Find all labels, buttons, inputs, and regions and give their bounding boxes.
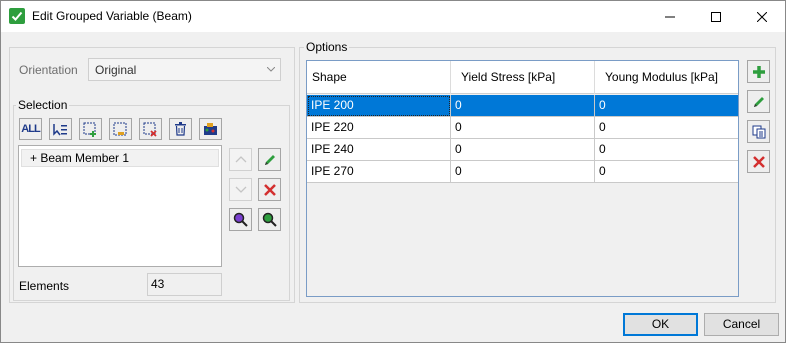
window-title: Edit Grouped Variable (Beam) [32,9,192,23]
chevron-down-icon [235,186,246,193]
yield-stress-cell[interactable]: 0 [451,161,595,183]
yield-stress-cell[interactable]: 0 [451,95,595,117]
maximize-button[interactable] [693,1,739,32]
young-modulus-cell[interactable]: 0 [595,139,738,161]
zoom-fit-button[interactable] [258,208,281,231]
shape-cell[interactable]: IPE 220 [307,117,451,139]
options-title: Options [304,40,350,54]
zoom-button[interactable] [229,208,252,231]
elements-label: Elements [19,279,70,293]
move-up-button[interactable] [229,148,252,171]
orientation-select[interactable]: Original [88,58,281,81]
shape-cell[interactable]: IPE 200 [307,95,451,117]
selection-list[interactable]: + Beam Member 1 [18,145,222,267]
close-icon [757,11,767,22]
add-option-button[interactable] [747,60,770,83]
select-pointer-button[interactable] [49,118,72,140]
options-grid[interactable]: Shape Yield Stress [kPa] Young Modulus [… [306,60,739,297]
add-selection-button[interactable] [79,118,102,140]
minimize-icon [665,16,675,17]
list-item[interactable]: + Beam Member 1 [21,149,219,167]
minimize-button[interactable] [647,1,693,32]
young-modulus-cell[interactable]: 0 [595,95,738,117]
table-row[interactable]: IPE 220 0 0 [307,117,738,139]
magnifier-icon [233,212,248,227]
table-row[interactable]: IPE 240 0 0 [307,139,738,161]
table-row[interactable]: IPE 200 0 0 [307,95,738,117]
paint-icon [203,123,217,135]
close-button[interactable] [739,1,785,32]
trash-icon [175,122,186,136]
pointer-list-icon [53,123,67,136]
edit-option-button[interactable] [747,90,770,113]
column-header-shape[interactable]: Shape [307,61,451,94]
shape-cell[interactable]: IPE 240 [307,139,451,161]
checkmark-icon [9,8,25,24]
orientation-value: Original [95,63,137,77]
title-bar: Edit Grouped Variable (Beam) [1,1,785,32]
magnifier-green-icon [262,212,277,227]
add-select-icon [83,122,96,137]
dialog-window: Edit Grouped Variable (Beam) Orientation… [0,0,786,343]
pencil-icon [264,154,275,165]
table-row[interactable]: IPE 270 0 0 [307,161,738,183]
chevron-down-icon [267,67,275,72]
column-header-yield-stress[interactable]: Yield Stress [kPa] [451,61,595,94]
copy-icon [752,125,765,138]
orientation-label: Orientation [19,63,78,77]
selection-title: Selection [16,98,70,112]
pencil-icon [753,96,764,107]
chevron-up-icon [235,156,246,163]
delete-option-button[interactable] [747,150,770,173]
elements-count-field: 43 [147,273,222,296]
cancel-button[interactable]: Cancel [704,313,779,336]
move-down-button[interactable] [229,178,252,201]
column-header-young-modulus[interactable]: Young Modulus [kPa] [595,61,738,94]
yield-stress-cell[interactable]: 0 [451,117,595,139]
grid-header: Shape Yield Stress [kPa] Young Modulus [… [307,61,738,94]
remove-select-icon [143,122,157,137]
ok-button[interactable]: OK [623,313,698,336]
select-all-button[interactable]: ALL [19,118,42,140]
delete-selection-button[interactable] [169,118,192,140]
young-modulus-cell[interactable]: 0 [595,161,738,183]
remove-selection-button[interactable] [139,118,162,140]
paint-selection-button[interactable] [199,118,222,140]
maximize-icon [711,11,721,22]
copy-option-button[interactable] [747,120,770,143]
shape-cell[interactable]: IPE 270 [307,161,451,183]
young-modulus-cell[interactable]: 0 [595,117,738,139]
plus-icon [752,65,765,78]
delete-x-icon [263,183,276,196]
box-select-icon [113,122,127,135]
edit-item-button[interactable] [258,148,281,171]
box-selection-button[interactable] [109,118,132,140]
delete-x-icon [752,155,765,168]
remove-item-button[interactable] [258,178,281,201]
yield-stress-cell[interactable]: 0 [451,139,595,161]
select-all-icon: ALL [21,123,40,135]
